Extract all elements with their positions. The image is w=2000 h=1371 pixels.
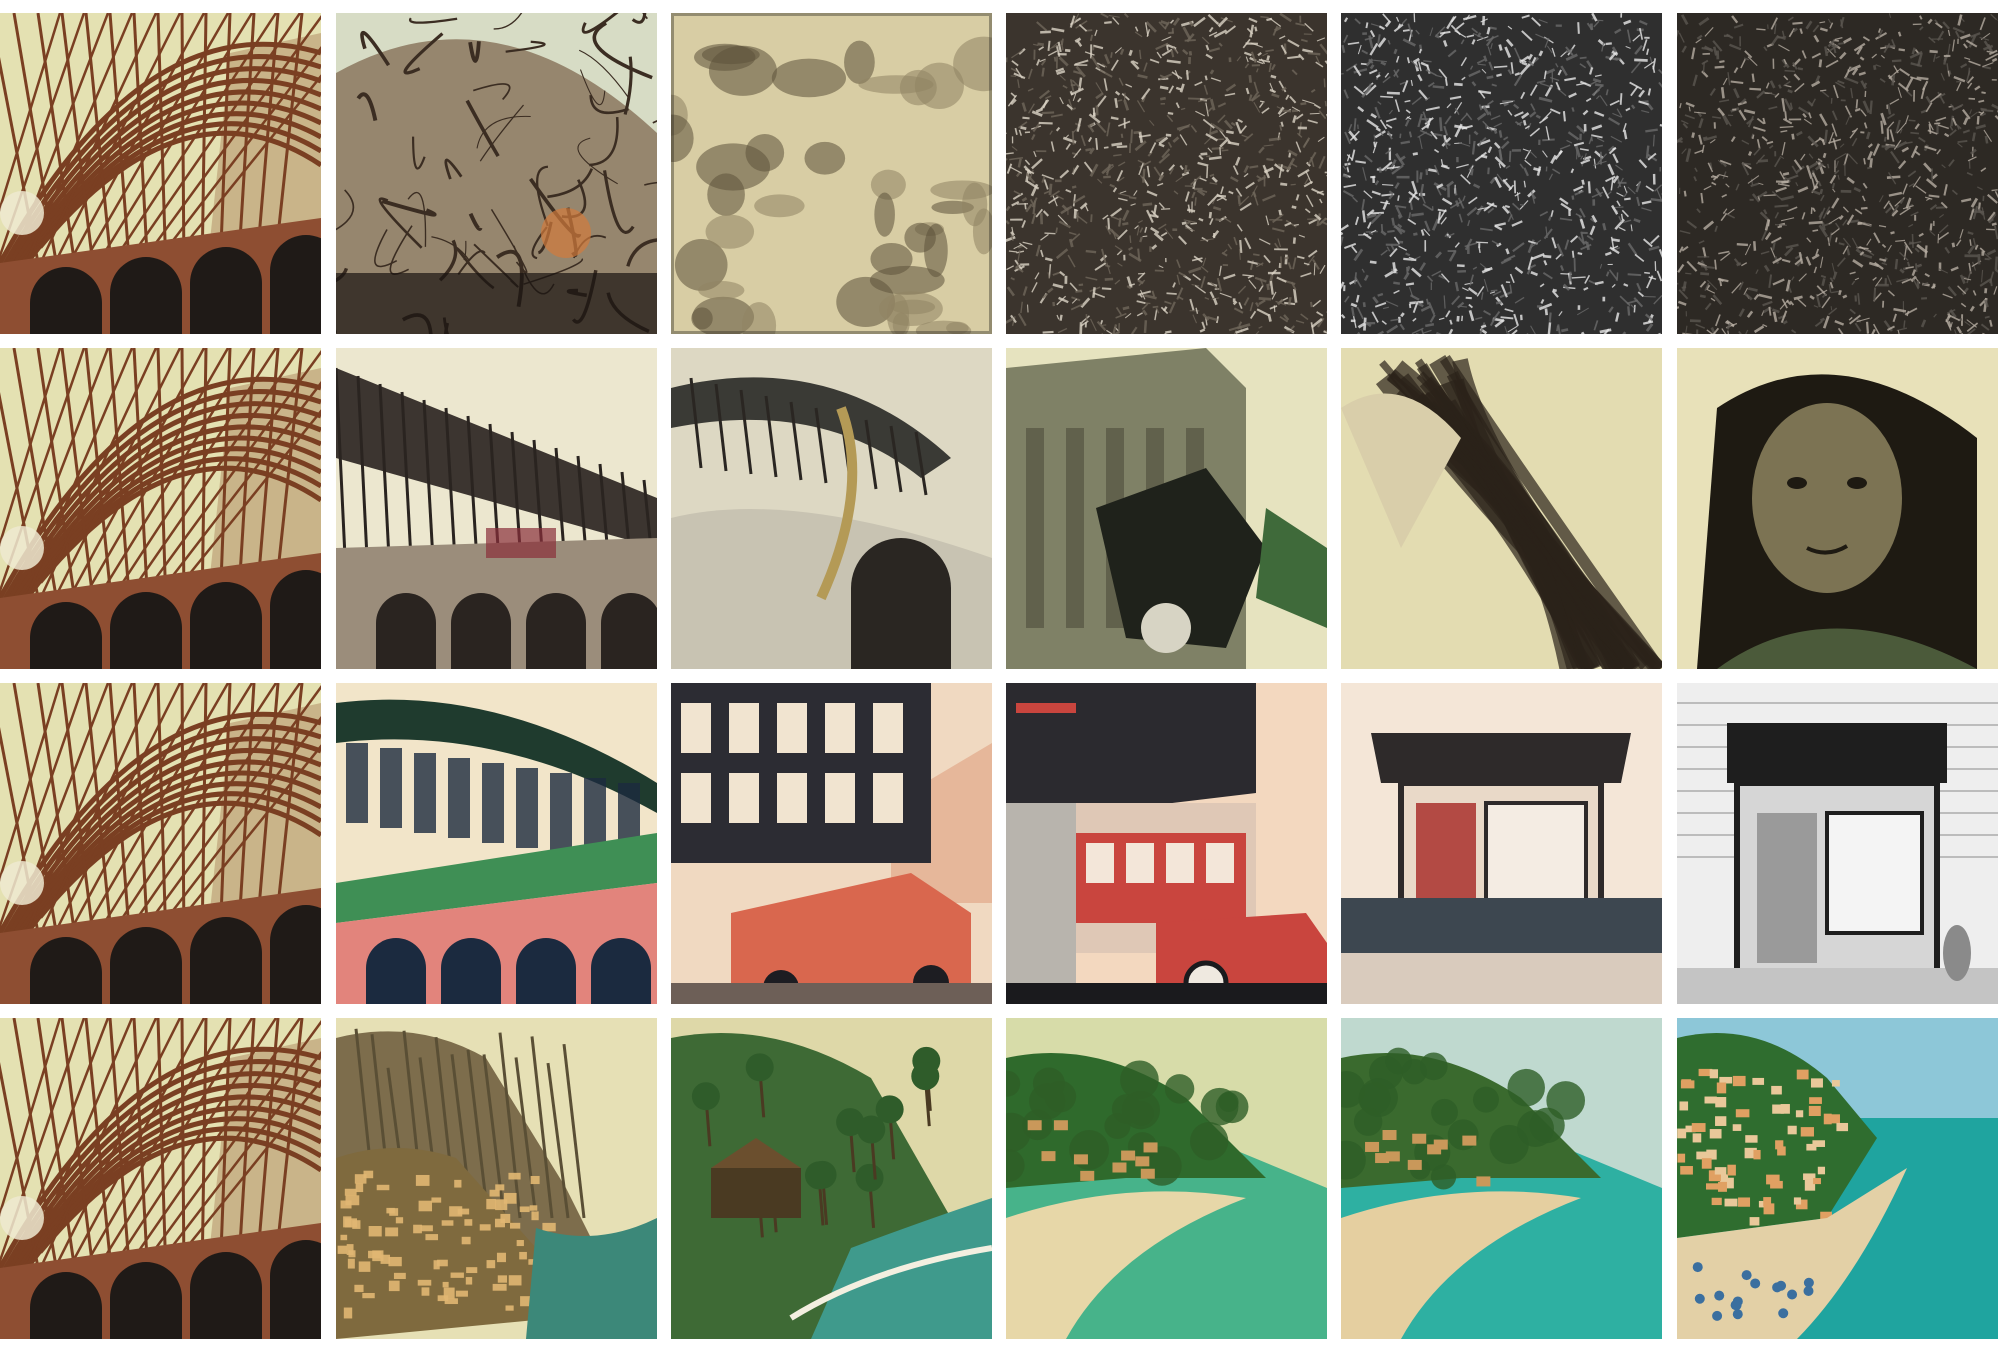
tile-stadium-ruins-image <box>336 348 657 669</box>
tile-portrait <box>1677 348 1998 669</box>
tile-noise-texture-mixed-image <box>1677 13 1998 334</box>
tile-illustrated-shopfront-image <box>1341 683 1662 1004</box>
tile-bridge-source-row2 <box>0 348 321 669</box>
tile-illustrated-station <box>336 683 657 1004</box>
tile-beach-resort <box>1341 1018 1662 1339</box>
tile-cathedral-robot-image <box>1006 348 1327 669</box>
tile-cathedral-robot <box>1006 348 1327 669</box>
tile-illustrated-shopfront <box>1341 683 1662 1004</box>
tile-portrait-image <box>1677 348 1998 669</box>
tile-noise-texture-gray <box>1341 13 1662 334</box>
tile-bridge-source-row3 <box>0 683 321 1004</box>
tile-illustrated-station-image <box>336 683 657 1004</box>
tile-illustrated-bus <box>1006 683 1327 1004</box>
tile-flowing-hair <box>1341 348 1662 669</box>
tile-beach-cove <box>1006 1018 1327 1339</box>
tile-sepia-figures <box>671 13 992 334</box>
tile-cliff-village <box>336 1018 657 1339</box>
tile-grayscale-shopfront-image <box>1677 683 1998 1004</box>
tile-noise-texture-brown-image <box>1006 13 1327 334</box>
image-grid <box>0 0 2000 1371</box>
tile-coastal-town-image <box>1677 1018 1998 1339</box>
tile-bridge-source-row4-image <box>0 1018 321 1339</box>
tile-beach-resort-image <box>1341 1018 1662 1339</box>
tile-grayscale-shopfront <box>1677 683 1998 1004</box>
tile-bridge-source-row1 <box>0 13 321 334</box>
tile-beach-cove-image <box>1006 1018 1327 1339</box>
tile-noise-texture-brown <box>1006 13 1327 334</box>
tile-bridge-source-row4 <box>0 1018 321 1339</box>
tile-coastal-town <box>1677 1018 1998 1339</box>
tile-noise-texture-gray-image <box>1341 13 1662 334</box>
tile-cliff-village-image <box>336 1018 657 1339</box>
tile-stadium-ruins <box>336 348 657 669</box>
tile-bridge-source-row2-image <box>0 348 321 669</box>
tile-wreckage-tangle-image <box>336 13 657 334</box>
tile-tropical-village <box>671 1018 992 1339</box>
tile-bridge-source-row1-image <box>0 13 321 334</box>
tile-illustrated-street-van-image <box>671 683 992 1004</box>
tile-illustrated-street-van <box>671 683 992 1004</box>
tile-illustrated-bus-image <box>1006 683 1327 1004</box>
tile-wreckage-tangle <box>336 13 657 334</box>
tile-wave-wreck-image <box>671 348 992 669</box>
tile-noise-texture-mixed <box>1677 13 1998 334</box>
tile-flowing-hair-image <box>1341 348 1662 669</box>
tile-sepia-figures-image <box>671 13 992 334</box>
tile-wave-wreck <box>671 348 992 669</box>
tile-bridge-source-row3-image <box>0 683 321 1004</box>
tile-tropical-village-image <box>671 1018 992 1339</box>
